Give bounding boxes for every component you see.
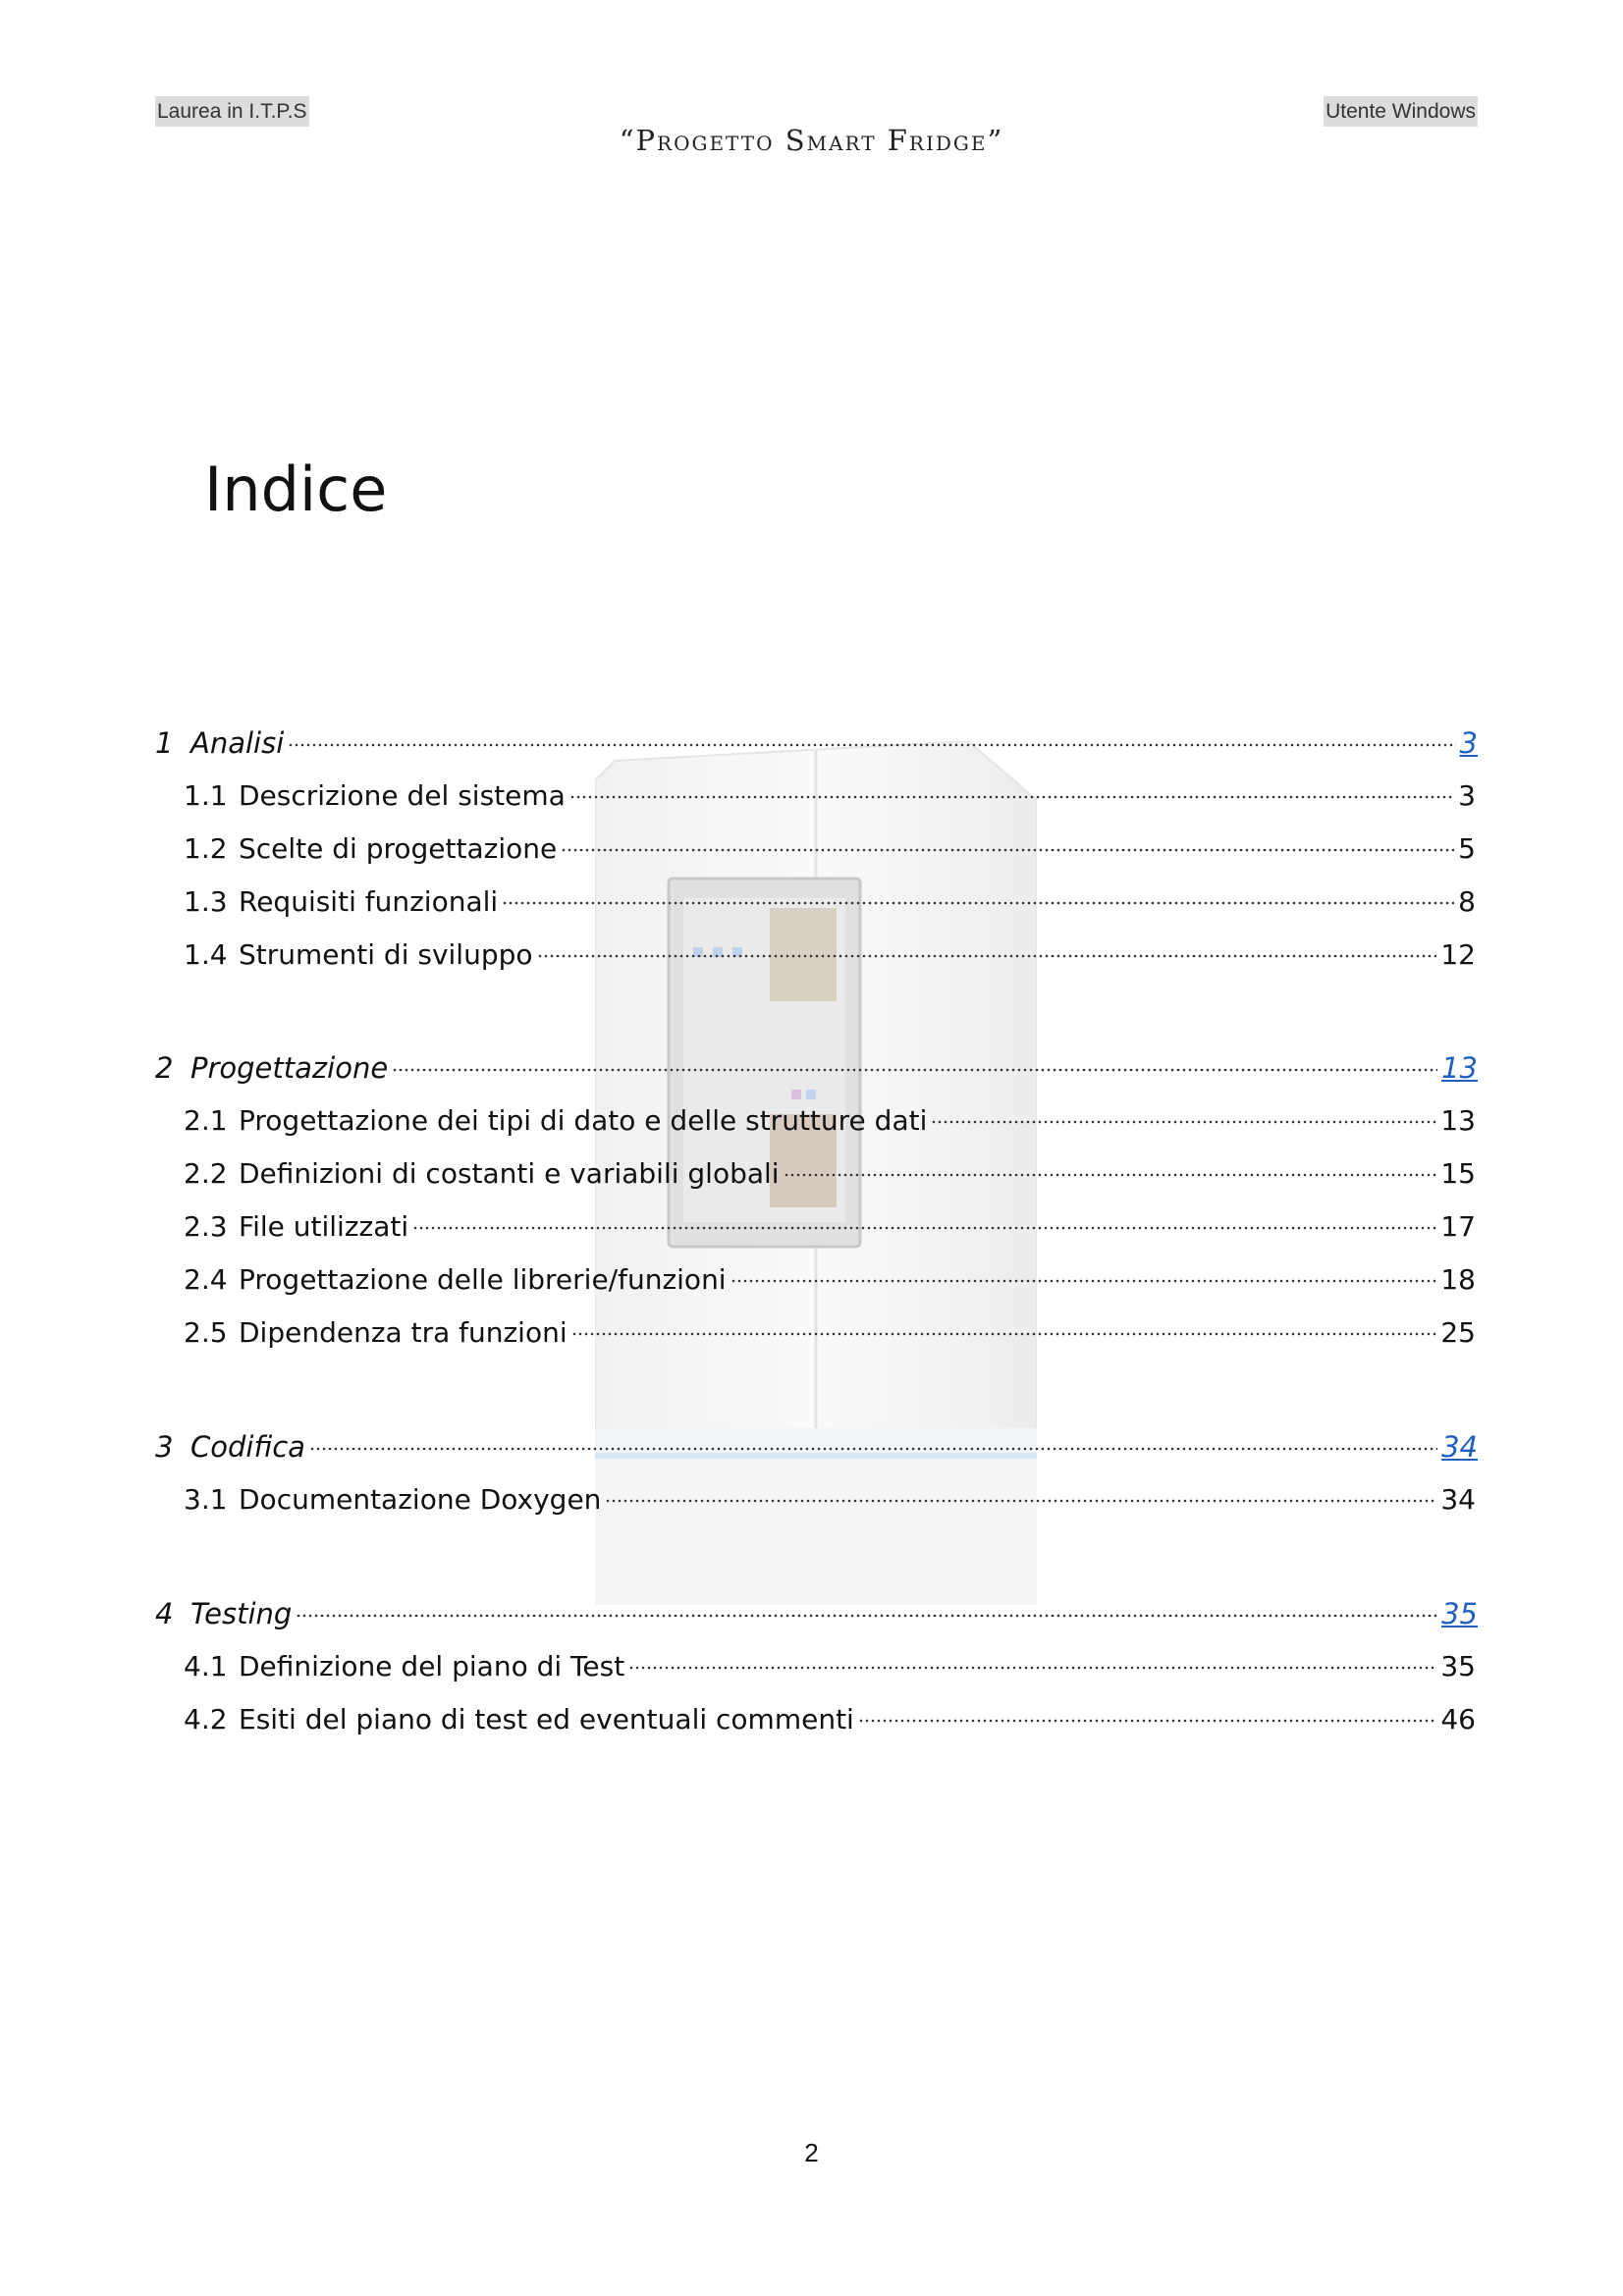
toc-label: Scelte di progettazione (239, 832, 558, 865)
header-document-title: “Progetto Smart Fridge” (619, 124, 1004, 157)
toc-section-scelte-di-progettazione[interactable]: 1.2 Scelte di progettazione 5 (184, 832, 1476, 872)
toc-number: 4.1 (184, 1650, 228, 1682)
toc-number: 1.3 (184, 885, 228, 918)
toc-page-link[interactable]: 3 (1460, 726, 1478, 760)
toc-section-costanti-e-variabili[interactable]: 2.2 Definizioni di costanti e variabili … (184, 1157, 1476, 1197)
toc-leader-dots (570, 1329, 1437, 1339)
toc-label: Analisi (190, 726, 285, 760)
page-title: Indice (204, 454, 388, 525)
toc-chapter-testing[interactable]: 4 Testing 35 (155, 1597, 1478, 1636)
toc-section-piano-di-test[interactable]: 4.1 Definizione del piano di Test 35 (184, 1650, 1476, 1689)
toc-label: Strumenti di sviluppo (239, 938, 533, 971)
header-left-text: Laurea in I.T.P.S (155, 96, 309, 127)
toc-label: Esiti del piano di test ed eventuali com… (239, 1703, 854, 1735)
toc-label: Definizione del piano di Test (239, 1650, 625, 1682)
toc-page-link[interactable]: 34 (1441, 1430, 1478, 1464)
toc-label: Definizioni di costanti e variabili glob… (239, 1157, 780, 1190)
toc-label: Testing (190, 1597, 293, 1630)
toc-leader-dots (412, 1223, 1437, 1233)
toc-page-number: 12 (1440, 938, 1476, 971)
toc-label: Documentazione Doxygen (239, 1483, 602, 1516)
toc-number: 2.2 (184, 1157, 228, 1190)
toc-leader-dots (308, 1444, 1438, 1454)
toc-page-number: 25 (1440, 1316, 1476, 1349)
toc-leader-dots (502, 898, 1455, 908)
toc-section-strumenti-di-sviluppo[interactable]: 1.4 Strumenti di sviluppo 12 (184, 938, 1476, 978)
toc-label: Descrizione del sistema (239, 779, 566, 812)
toc-section-descrizione-del-sistema[interactable]: 1.1 Descrizione del sistema 3 (184, 779, 1476, 819)
toc-label: Progettazione dei tipi di dato e delle s… (239, 1104, 928, 1137)
toc-leader-dots (628, 1663, 1437, 1673)
header-right-text: Utente Windows (1324, 96, 1478, 127)
toc-number: 2.3 (184, 1210, 228, 1243)
toc-page-number: 5 (1458, 832, 1476, 865)
toc-section-requisiti-funzionali[interactable]: 1.3 Requisiti funzionali 8 (184, 885, 1476, 925)
toc-section-documentazione-doxygen[interactable]: 3.1 Documentazione Doxygen 34 (184, 1483, 1476, 1522)
toc-number: 3.1 (184, 1483, 228, 1516)
toc-page-number: 46 (1440, 1703, 1476, 1735)
page-number: 2 (804, 2138, 819, 2167)
toc-number: 2.1 (184, 1104, 228, 1137)
toc-label: Codifica (190, 1430, 305, 1464)
toc-label: Requisiti funzionali (239, 885, 499, 918)
toc-leader-dots (561, 845, 1455, 855)
toc-section-dipendenza-tra-funzioni[interactable]: 2.5 Dipendenza tra funzioni 25 (184, 1316, 1476, 1356)
toc-leader-dots (605, 1496, 1437, 1506)
toc-section-librerie-funzioni[interactable]: 2.4 Progettazione delle librerie/funzion… (184, 1263, 1476, 1303)
toc-number: 1.2 (184, 832, 228, 865)
toc-leader-dots (730, 1276, 1437, 1286)
toc-number: 4.2 (184, 1703, 228, 1735)
toc-leader-dots (536, 951, 1437, 961)
toc-leader-dots (296, 1611, 1438, 1621)
toc-leader-dots (783, 1170, 1437, 1180)
toc-page-number: 3 (1458, 779, 1476, 812)
toc-page-number: 35 (1440, 1650, 1476, 1682)
toc-number: 1 (155, 726, 174, 760)
toc-number: 1.4 (184, 938, 228, 971)
toc-number: 3 (155, 1430, 174, 1464)
toc-label: File utilizzati (239, 1210, 409, 1243)
toc-number: 2 (155, 1051, 174, 1085)
toc-number: 2.5 (184, 1316, 228, 1349)
toc-page-number: 13 (1440, 1104, 1476, 1137)
toc-leader-dots (857, 1716, 1437, 1726)
toc-page-link[interactable]: 35 (1441, 1597, 1478, 1630)
toc-section-tipi-di-dato[interactable]: 2.1 Progettazione dei tipi di dato e del… (184, 1104, 1476, 1144)
toc-leader-dots (931, 1117, 1437, 1127)
toc-label: Progettazione (190, 1051, 389, 1085)
toc-number: 4 (155, 1597, 174, 1630)
toc-chapter-codifica[interactable]: 3 Codifica 34 (155, 1430, 1478, 1469)
toc-page-link[interactable]: 13 (1441, 1051, 1478, 1085)
toc-page-number: 34 (1440, 1483, 1476, 1516)
toc-page-number: 17 (1440, 1210, 1476, 1243)
toc-section-file-utilizzati[interactable]: 2.3 File utilizzati 17 (184, 1210, 1476, 1250)
toc-number: 1.1 (184, 779, 228, 812)
toc-leader-dots (392, 1065, 1438, 1075)
toc-page-number: 18 (1440, 1263, 1476, 1296)
toc-label: Progettazione delle librerie/funzioni (239, 1263, 727, 1296)
toc-chapter-analisi[interactable]: 1 Analisi 3 (155, 726, 1478, 766)
toc-section-esiti-piano-di-test[interactable]: 4.2 Esiti del piano di test ed eventuali… (184, 1703, 1476, 1742)
toc-leader-dots (568, 792, 1455, 802)
toc-page-number: 8 (1458, 885, 1476, 918)
toc-chapter-progettazione[interactable]: 2 Progettazione 13 (155, 1051, 1478, 1091)
toc-label: Dipendenza tra funzioni (239, 1316, 568, 1349)
toc-number: 2.4 (184, 1263, 228, 1296)
toc-page-number: 15 (1440, 1157, 1476, 1190)
toc-leader-dots (288, 740, 1456, 750)
